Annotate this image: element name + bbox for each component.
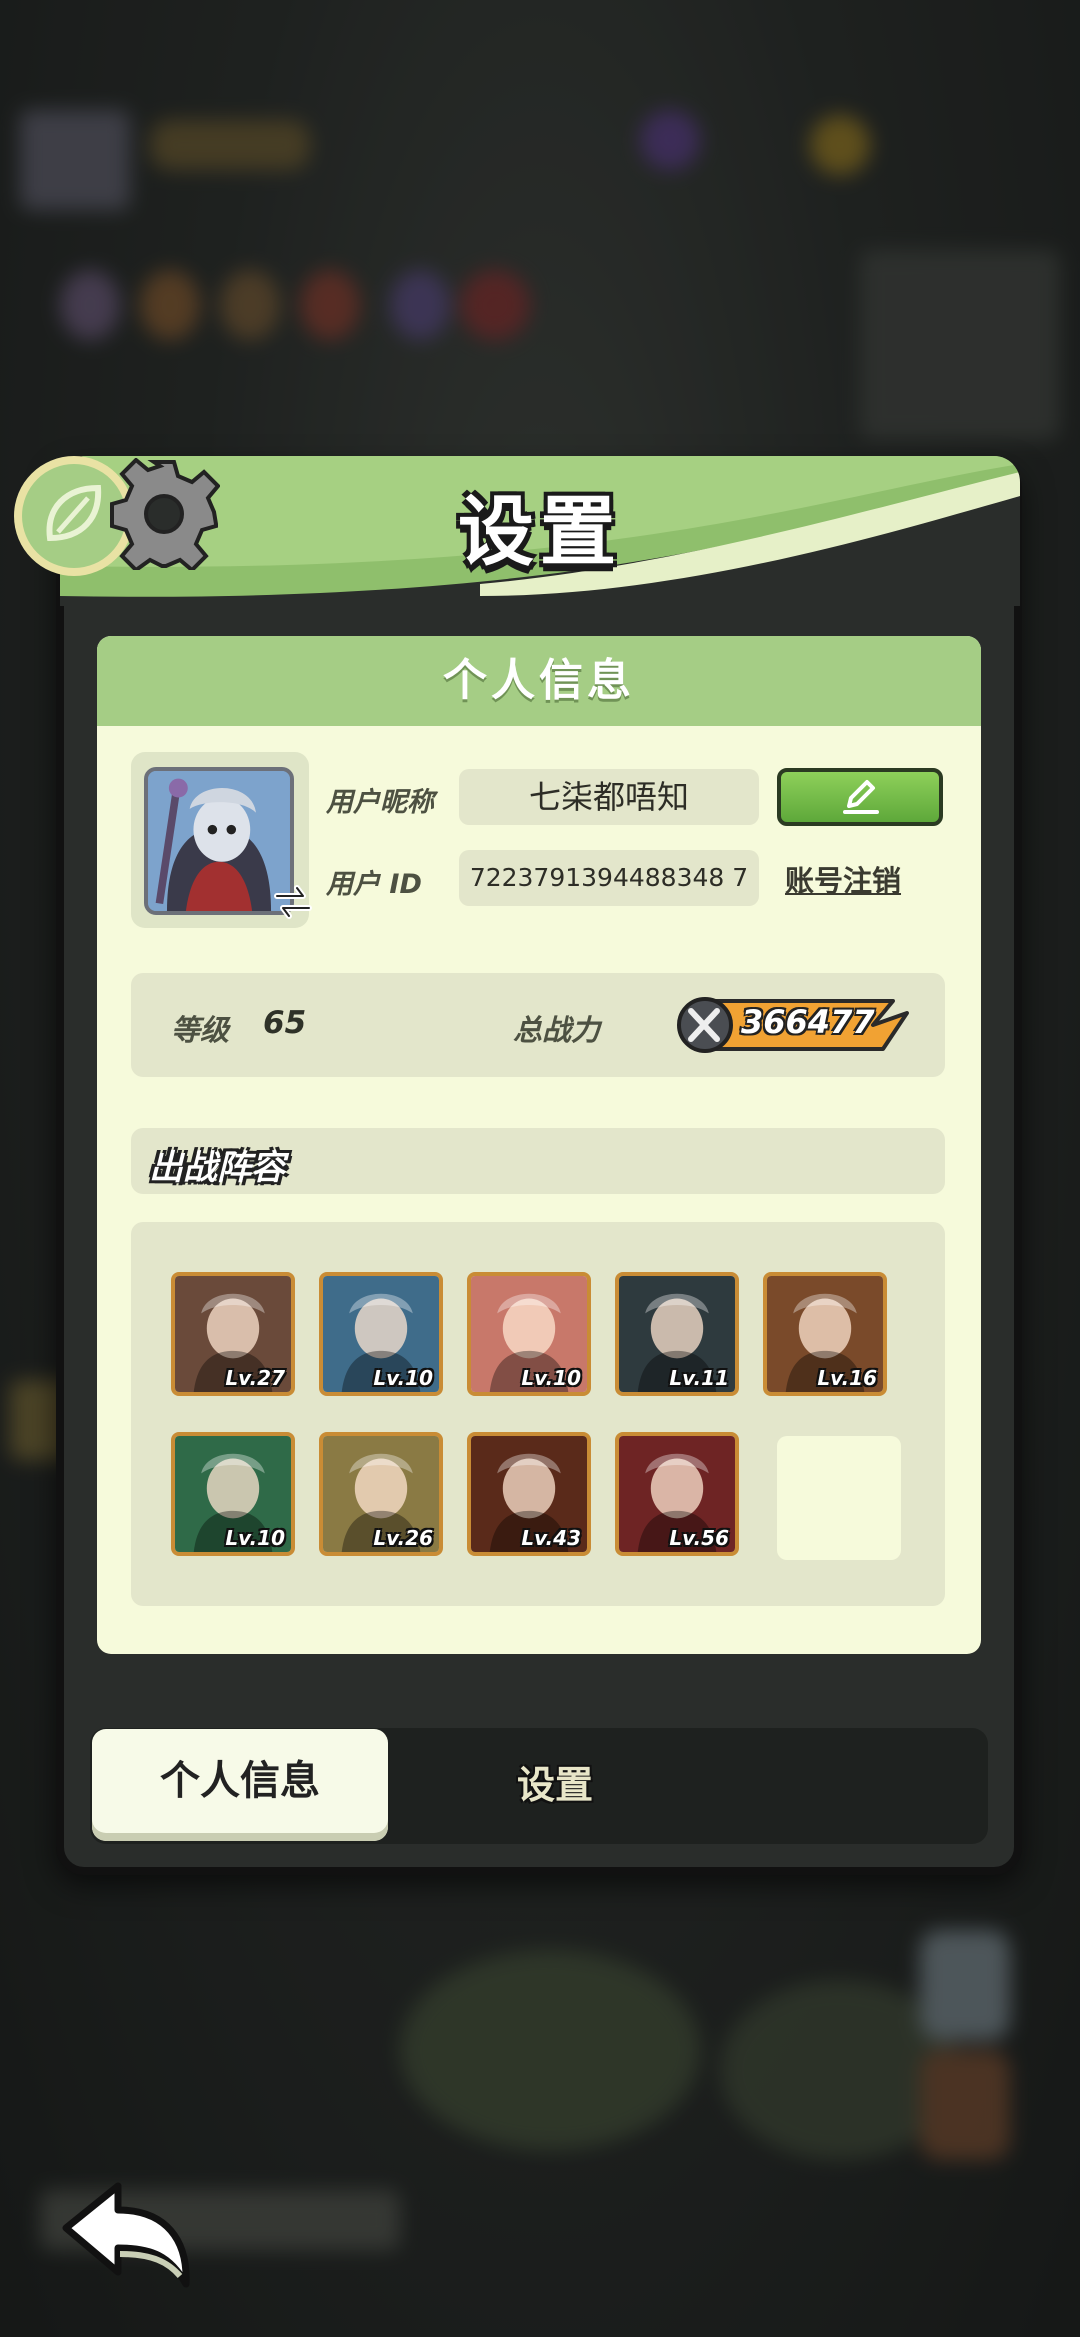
tab-settings[interactable]: 设置 bbox=[455, 1729, 655, 1841]
hero-level: Lv.43 bbox=[521, 1526, 581, 1550]
hero-slot[interactable]: Lv.11 bbox=[615, 1272, 739, 1396]
hero-level: Lv.11 bbox=[669, 1366, 729, 1390]
stats-bar: 等级 65 总战力 366477 bbox=[131, 973, 945, 1077]
edit-nickname-button[interactable] bbox=[777, 768, 943, 826]
lineup-header: 出战阵容 bbox=[131, 1128, 945, 1194]
profile-card: 个人信息 用户昵称 七柒都唔知 用户 ID 7223791394488348 7… bbox=[97, 636, 981, 1654]
hero-level: Lv.10 bbox=[521, 1366, 581, 1390]
section-title: 个人信息 bbox=[97, 636, 981, 726]
hero-level: Lv.10 bbox=[225, 1526, 285, 1550]
hero-slot[interactable]: Lv.56 bbox=[615, 1432, 739, 1556]
hero-level: Lv.56 bbox=[669, 1526, 729, 1550]
user-id-value: 7223791394488348 7 bbox=[459, 850, 759, 906]
avatar-frame[interactable] bbox=[131, 752, 312, 928]
lineup-title: 出战阵容 bbox=[149, 1148, 285, 1188]
lineup-grid: Lv.27 Lv.10 Lv.10 Lv.11 Lv.16 Lv.10 Lv.26 Lv.43… bbox=[131, 1222, 945, 1606]
user-id-label: 用户 ID bbox=[326, 869, 422, 900]
nickname-label: 用户昵称 bbox=[326, 787, 434, 818]
page-title: 设置 bbox=[458, 487, 622, 576]
hero-slot[interactable]: Lv.26 bbox=[319, 1432, 443, 1556]
hero-slot[interactable]: Lv.10 bbox=[171, 1432, 295, 1556]
hero-slot[interactable]: Lv.16 bbox=[763, 1272, 887, 1396]
hero-level: Lv.16 bbox=[817, 1366, 877, 1390]
hero-level: Lv.10 bbox=[373, 1366, 433, 1390]
back-arrow-icon[interactable] bbox=[56, 2176, 196, 2292]
hero-slot[interactable]: Lv.43 bbox=[467, 1432, 591, 1556]
swap-avatar-icon[interactable] bbox=[271, 882, 315, 922]
nickname-value: 七柒都唔知 bbox=[459, 769, 759, 825]
tab-personal-info[interactable]: 个人信息 bbox=[92, 1729, 388, 1841]
hero-slot[interactable]: Lv.27 bbox=[171, 1272, 295, 1396]
hero-level: Lv.27 bbox=[225, 1366, 285, 1390]
level-value: 65 bbox=[263, 1005, 307, 1041]
delete-account-link[interactable]: 账号注销 bbox=[785, 858, 901, 900]
hero-level: Lv.26 bbox=[373, 1526, 433, 1550]
total-power-value: 366477 bbox=[741, 1003, 875, 1041]
total-power-label: 总战力 bbox=[513, 1013, 601, 1047]
pencil-icon bbox=[843, 780, 879, 814]
hero-slot[interactable]: Lv.10 bbox=[319, 1272, 443, 1396]
level-label: 等级 bbox=[171, 1013, 230, 1047]
hero-slot[interactable]: Lv.10 bbox=[467, 1272, 591, 1396]
empty-hero-slot[interactable] bbox=[777, 1436, 901, 1560]
